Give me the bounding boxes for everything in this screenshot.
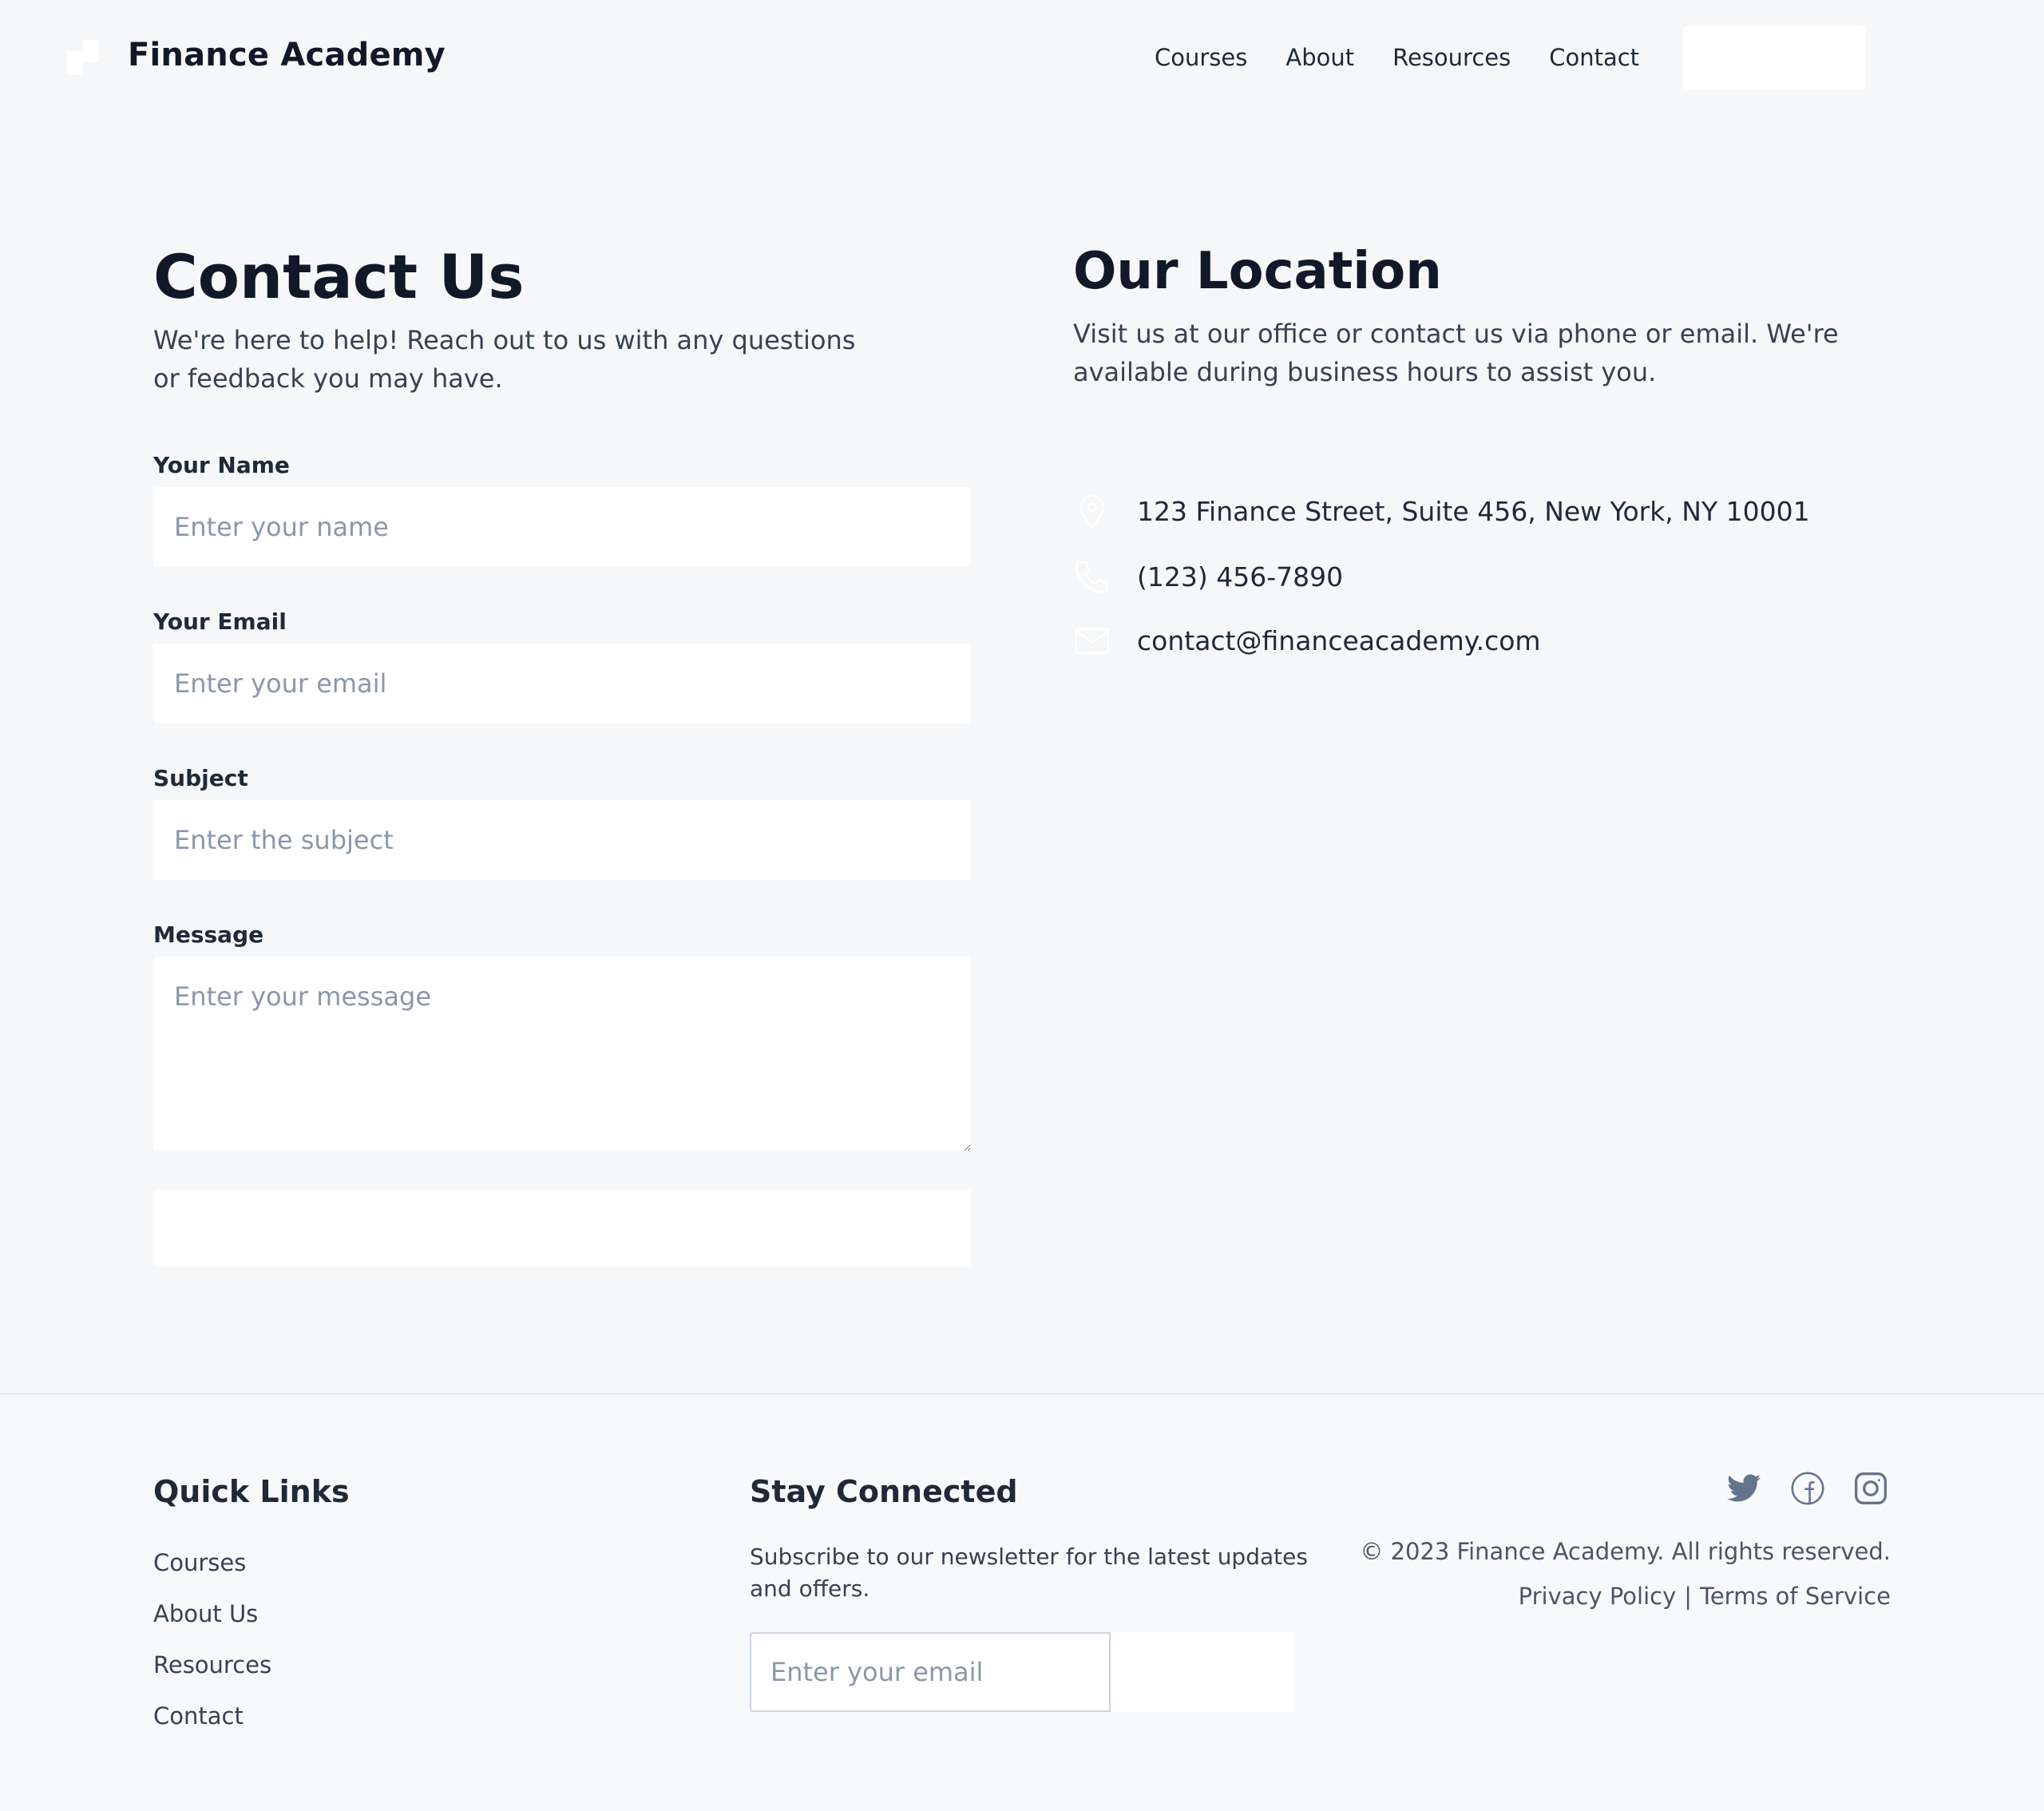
submit-button[interactable] (153, 1190, 971, 1266)
brand-name[interactable]: Finance Academy (128, 37, 446, 73)
page-title: Contact Us (153, 241, 525, 312)
mail-icon (1075, 628, 1110, 655)
copyright-text: © 2023 Finance Academy. All rights reser… (1360, 1538, 1891, 1565)
twitter-icon[interactable] (1727, 1471, 1762, 1506)
phone-text[interactable]: (123) 456-7890 (1137, 561, 1343, 592)
stay-connected-title: Stay Connected (750, 1474, 1018, 1509)
location-intro: Visit us at our office or contact us via… (1073, 319, 1839, 387)
legal-links: Privacy Policy | Terms of Service (1519, 1583, 1891, 1610)
map-pin-icon (1079, 494, 1105, 529)
footer-link-contact[interactable]: Contact (153, 1702, 244, 1730)
address-row: 123 Finance Street, Suite 456, New York,… (1073, 492, 1810, 530)
terms-of-service-link[interactable]: Terms of Service (1700, 1583, 1891, 1610)
location-title: Our Location (1073, 242, 1442, 301)
name-label: Your Name (153, 452, 290, 478)
phone-row: (123) 456-7890 (1073, 557, 1343, 596)
footer-link-resources[interactable]: Resources (153, 1651, 271, 1678)
newsletter-description: Subscribe to our newsletter for the late… (750, 1544, 1308, 1602)
address-text: 123 Finance Street, Suite 456, New York,… (1137, 495, 1810, 527)
newsletter-email-input[interactable] (750, 1632, 1111, 1712)
subject-label: Subject (153, 765, 248, 791)
site-header: Finance Academy Courses About Resources … (0, 0, 2044, 115)
message-textarea[interactable] (153, 957, 971, 1151)
instagram-icon[interactable] (1853, 1471, 1888, 1506)
privacy-policy-link[interactable]: Privacy Policy (1519, 1583, 1677, 1610)
email-input[interactable] (153, 644, 971, 723)
quick-links-title: Quick Links (153, 1474, 350, 1509)
footer-link-about[interactable]: About Us (153, 1600, 258, 1627)
header-action-button[interactable] (1683, 26, 1865, 89)
legal-separator: | (1684, 1583, 1693, 1610)
email-label: Your Email (153, 608, 287, 635)
footer-link-courses[interactable]: Courses (153, 1549, 246, 1576)
name-input[interactable] (153, 487, 971, 567)
main-nav: Courses About Resources Contact (1155, 43, 1678, 72)
email-row: contact@financeacademy.com (1073, 621, 1541, 660)
email-text[interactable]: contact@financeacademy.com (1137, 625, 1541, 656)
nav-contact[interactable]: Contact (1549, 43, 1639, 72)
nav-resources[interactable]: Resources (1392, 43, 1511, 72)
contact-intro: We're here to help! Reach out to us with… (153, 325, 856, 394)
message-label: Message (153, 921, 264, 948)
facebook-icon[interactable] (1790, 1471, 1825, 1506)
nav-courses[interactable]: Courses (1155, 43, 1247, 72)
phone-icon (1075, 561, 1108, 594)
newsletter-subscribe-button[interactable] (1111, 1632, 1294, 1712)
logo-icon[interactable] (67, 40, 99, 75)
nav-about[interactable]: About (1285, 43, 1354, 72)
subject-input[interactable] (153, 800, 971, 880)
